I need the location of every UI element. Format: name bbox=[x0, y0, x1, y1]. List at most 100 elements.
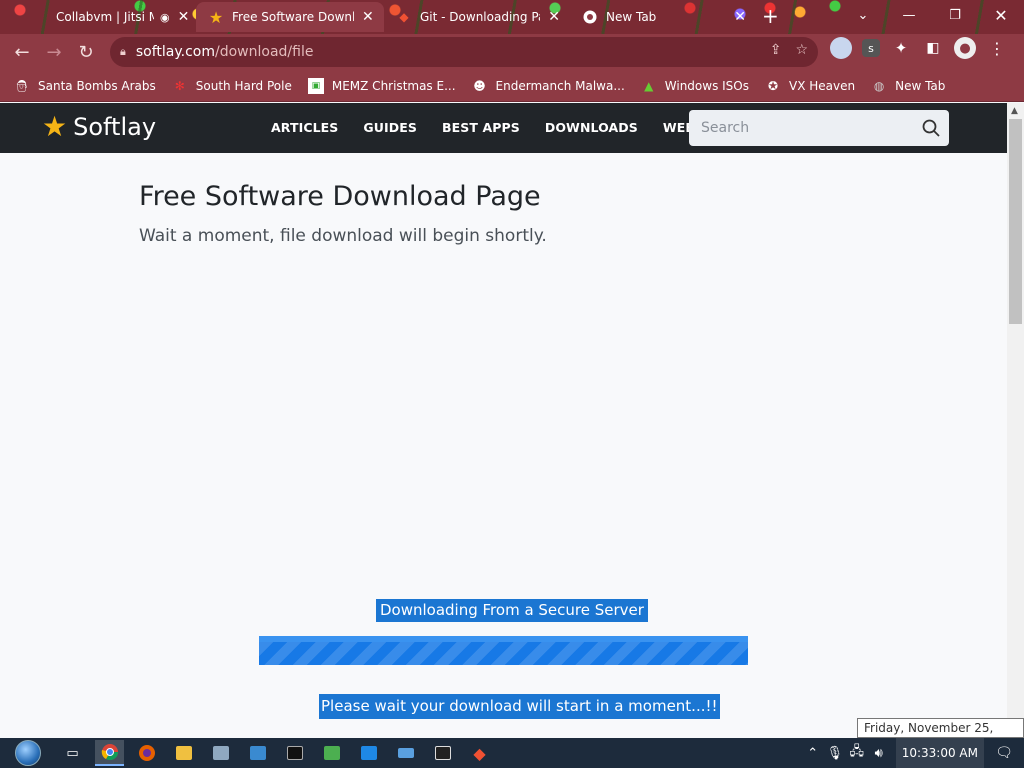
snowflake-icon: ✻ bbox=[174, 78, 185, 93]
memz-icon: ▣ bbox=[307, 77, 324, 94]
star-icon: ★ bbox=[208, 7, 224, 27]
app-grid-icon[interactable] bbox=[354, 740, 383, 766]
tab-title: Collabvm | Jitsi Me bbox=[56, 10, 154, 24]
bookmark-label: Santa Bombs Arabs bbox=[38, 78, 156, 93]
tab-git[interactable]: ◆ Git - Downloading Pa ✕ bbox=[384, 2, 570, 32]
address-path: /download/file bbox=[215, 44, 314, 60]
bookmark-label: Windows ISOs bbox=[664, 78, 749, 93]
notepad-icon[interactable] bbox=[317, 740, 346, 766]
chrome-icon[interactable] bbox=[95, 740, 124, 766]
new-tab-button[interactable]: + bbox=[762, 6, 779, 26]
chrome-icon bbox=[582, 9, 598, 25]
tab-softlay[interactable]: ★ Free Software Downloa ✕ bbox=[196, 2, 384, 32]
tab-title: Git - Downloading Pa bbox=[420, 10, 541, 24]
bookmark-item[interactable]: ✪ VX Heaven bbox=[765, 78, 855, 94]
minimize-button[interactable]: — bbox=[886, 0, 932, 30]
site-header: ★ Softlay ARTICLES GUIDES BEST APPS DOWN… bbox=[0, 103, 1007, 153]
cmd-icon[interactable] bbox=[280, 740, 309, 766]
bookmark-item[interactable]: ✻ South Hard Pole bbox=[172, 78, 292, 94]
nav-best-apps[interactable]: BEST APPS bbox=[442, 120, 520, 135]
nav-downloads[interactable]: DOWNLOADS bbox=[545, 120, 638, 135]
firefox-icon[interactable] bbox=[132, 740, 161, 766]
page-scrollbar[interactable]: ▲ ▼ bbox=[1007, 103, 1024, 738]
close-tab-icon[interactable]: ✕ bbox=[178, 9, 190, 25]
page-title: Free Software Download Page bbox=[139, 181, 541, 212]
s-extension-icon[interactable]: s bbox=[862, 39, 880, 57]
back-button[interactable]: ← bbox=[6, 36, 38, 68]
forward-button[interactable]: → bbox=[38, 36, 70, 68]
page-subtitle: Wait a moment, file download will begin … bbox=[139, 226, 547, 246]
downloading-label: Downloading From a Secure Server bbox=[376, 599, 648, 622]
git-gui-icon[interactable]: ◆ bbox=[465, 740, 494, 766]
scrollbar-thumb[interactable] bbox=[1009, 119, 1022, 324]
7zip-icon[interactable] bbox=[428, 740, 457, 766]
close-tab-icon[interactable]: ✕ bbox=[548, 9, 560, 25]
remote-desktop-icon[interactable] bbox=[243, 740, 272, 766]
side-panel-icon[interactable]: ◧ bbox=[922, 37, 944, 59]
scroll-up-icon[interactable]: ▲ bbox=[1011, 106, 1018, 116]
close-tab-icon[interactable]: ✕ bbox=[362, 9, 374, 25]
notification-icon[interactable]: 🗨︎ bbox=[984, 745, 1024, 761]
keyboard-icon[interactable] bbox=[391, 740, 420, 766]
bookmark-item[interactable]: ☻ Endermanch Malwa... bbox=[472, 78, 625, 94]
flag-extension-icon[interactable] bbox=[830, 37, 852, 59]
tab-jitsi[interactable]: Collabvm | Jitsi Me ◉ ✕ bbox=[20, 2, 199, 32]
lock-icon[interactable]: 🔒︎ bbox=[120, 45, 126, 59]
tab-search-button[interactable]: ⌄ bbox=[840, 0, 886, 30]
restore-button[interactable]: ❐ bbox=[932, 0, 978, 30]
reload-button[interactable]: ↻ bbox=[70, 36, 102, 68]
tree-icon: ▲ bbox=[644, 78, 654, 93]
task-view-icon[interactable]: ▭ bbox=[58, 740, 87, 766]
bookmark-label: South Hard Pole bbox=[195, 78, 292, 93]
volume-icon[interactable]: 🔊︎ bbox=[868, 746, 890, 761]
computer-icon[interactable] bbox=[206, 740, 235, 766]
git-icon: ◆ bbox=[399, 10, 409, 24]
bookmark-item[interactable]: ◍ New Tab bbox=[871, 78, 946, 94]
bookmark-item[interactable]: ▣ MEMZ Christmas E... bbox=[307, 77, 456, 94]
page-content: Free Software Download Page Wait a momen… bbox=[0, 153, 1007, 738]
nav-articles[interactable]: ARTICLES bbox=[271, 120, 338, 135]
share-icon[interactable]: ⇪ bbox=[770, 42, 782, 58]
tab-new-tab[interactable]: New Tab ✕ bbox=[570, 2, 756, 32]
site-search bbox=[689, 110, 949, 146]
address-bar[interactable]: 🔒︎ softlay.com/download/file ⇪ ☆ bbox=[110, 37, 818, 67]
nav-guides[interactable]: GUIDES bbox=[363, 120, 417, 135]
bookmark-item[interactable]: ▲ Windows ISOs bbox=[641, 78, 749, 94]
date-tooltip: Friday, November 25, 2022 bbox=[857, 718, 1024, 753]
bookmark-label: Endermanch Malwa... bbox=[495, 78, 625, 93]
show-hidden-icons-icon[interactable]: ⌃ bbox=[802, 746, 824, 761]
taskbar: ▭ ◆ ⌃ 🎙︎ 🖧︎ 🔊︎ 10:33:00 AM 🗨︎ bbox=[0, 738, 1024, 768]
wait-label: Please wait your download will start in … bbox=[319, 694, 720, 719]
profile-avatar-icon[interactable]: ● bbox=[954, 37, 976, 59]
browser-toolbar: ← → ↻ 🔒︎ softlay.com/download/file ⇪ ☆ s… bbox=[0, 34, 1024, 70]
taskbar-clock[interactable]: 10:33:00 AM bbox=[895, 738, 984, 768]
close-tab-icon[interactable]: ✕ bbox=[734, 9, 746, 25]
search-icon[interactable] bbox=[921, 118, 941, 138]
star-logo-icon: ★ bbox=[42, 110, 68, 143]
bookmark-label: New Tab bbox=[895, 78, 946, 93]
microphone-icon[interactable]: 🎙︎ bbox=[824, 746, 846, 761]
system-tray: ⌃ 🎙︎ 🖧︎ 🔊︎ 10:33:00 AM 🗨︎ bbox=[802, 738, 1024, 768]
network-icon[interactable]: 🖧︎ bbox=[846, 742, 868, 764]
start-button[interactable] bbox=[8, 738, 48, 768]
audio-recording-icon: ◉ bbox=[160, 10, 170, 24]
download-progress-bar bbox=[259, 636, 748, 665]
logo-text: Softlay bbox=[73, 113, 157, 141]
bookmark-item[interactable]: 🎅︎ Santa Bombs Arabs bbox=[14, 78, 156, 94]
tab-strip: Collabvm | Jitsi Me ◉ ✕ ★ Free Software … bbox=[0, 0, 1024, 34]
bookmark-star-icon[interactable]: ☆ bbox=[795, 42, 808, 58]
extensions-puzzle-icon[interactable]: ✦ bbox=[890, 37, 912, 59]
search-input[interactable] bbox=[701, 120, 911, 136]
jitsi-icon bbox=[32, 9, 48, 25]
tab-title: Free Software Downloa bbox=[232, 10, 354, 24]
menu-kebab-icon[interactable]: ⋮ bbox=[986, 37, 1008, 59]
file-explorer-icon[interactable] bbox=[169, 740, 198, 766]
windows-orb-icon bbox=[15, 740, 41, 766]
site-logo[interactable]: ★ Softlay bbox=[42, 110, 157, 143]
bookmark-label: VX Heaven bbox=[789, 78, 856, 93]
bookmarks-bar: 🎅︎ Santa Bombs Arabs ✻ South Hard Pole ▣ ME… bbox=[0, 70, 1024, 102]
close-window-button[interactable]: ✕ bbox=[978, 0, 1024, 30]
vx-icon: ✪ bbox=[767, 78, 779, 93]
santa-icon: 🎅︎ bbox=[14, 78, 30, 93]
tab-title: New Tab bbox=[606, 10, 657, 24]
